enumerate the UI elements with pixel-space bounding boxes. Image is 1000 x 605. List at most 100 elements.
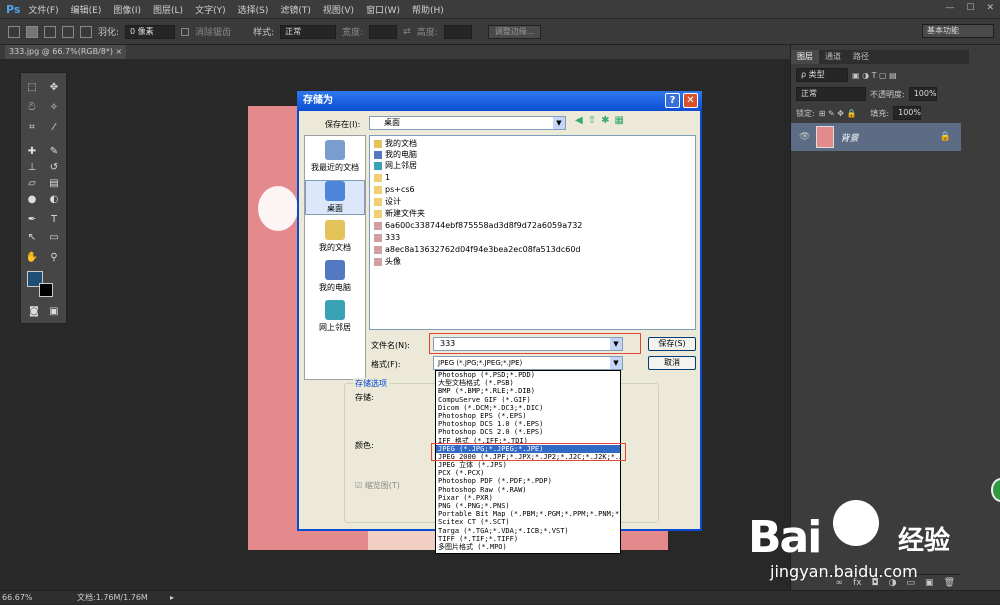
brush-tool-icon[interactable]: ✎ xyxy=(47,145,61,159)
filter-icons[interactable]: ▣ ◑ T ▢ ▤ xyxy=(852,71,897,80)
refine-edge-button[interactable]: 调整边缘... xyxy=(487,24,542,39)
marquee-tool-icon[interactable]: ⬚ xyxy=(25,81,39,95)
maximize-button[interactable]: ☐ xyxy=(966,3,974,13)
menu-item[interactable]: 图层(L) xyxy=(153,3,183,16)
hand-tool-icon[interactable]: ✋ xyxy=(25,251,39,265)
list-item[interactable]: 6a600c338744ebf875558ad3d8f9d72a6059a732 xyxy=(374,220,582,231)
save-button[interactable]: 保存(S) xyxy=(648,337,696,351)
format-option[interactable]: PCX (*.PCX) xyxy=(436,469,620,477)
menu-item[interactable]: 视图(V) xyxy=(323,3,354,16)
width-input[interactable] xyxy=(369,24,398,39)
zoom-level[interactable]: 66.67% xyxy=(2,591,33,605)
up-folder-icon[interactable]: ⇧ xyxy=(588,115,596,126)
menu-item[interactable]: 滤镜(T) xyxy=(280,3,311,16)
view-menu-icon[interactable]: ▦ xyxy=(614,115,623,126)
lasso-tool-icon[interactable]: ට xyxy=(25,101,39,115)
history-brush-icon[interactable]: ↺ xyxy=(47,161,61,175)
tab-paths[interactable]: 路径 xyxy=(847,50,875,64)
list-item[interactable]: 333 xyxy=(374,232,400,243)
background-color-swatch[interactable] xyxy=(39,283,53,297)
help-button[interactable]: ? xyxy=(665,93,680,108)
path-select-icon[interactable]: ↖ xyxy=(25,231,39,245)
save-in-select[interactable]: 桌面 ▼ xyxy=(369,116,566,130)
blur-tool-icon[interactable]: ● xyxy=(25,193,39,207)
format-option[interactable]: BMP (*.BMP;*.RLE;*.DIB) xyxy=(436,387,620,395)
menu-item[interactable]: 文字(Y) xyxy=(195,3,226,16)
lock-icons[interactable]: ⊞ ✎ ✥ 🔒 xyxy=(819,109,857,118)
quick-mask-icon[interactable]: ◙ xyxy=(27,305,41,319)
format-option[interactable]: Photoshop (*.PSD;*.PDD) xyxy=(436,371,620,379)
document-tab[interactable]: 333.jpg @ 66.7%(RGB/8*) × xyxy=(5,45,127,59)
subtract-selection-icon[interactable] xyxy=(62,25,74,38)
cancel-button[interactable]: 取消 xyxy=(648,356,696,370)
menu-item[interactable]: 窗口(W) xyxy=(366,3,400,16)
feather-input[interactable]: 0 像素 xyxy=(125,24,176,39)
antialias-checkbox[interactable] xyxy=(181,27,190,36)
chevron-down-icon[interactable]: ▼ xyxy=(553,117,565,129)
list-item[interactable]: a8ec8a13632762d04f94e3bea2ec08fa513dc60d xyxy=(374,244,581,255)
style-select[interactable]: 正常 xyxy=(280,24,337,39)
chevron-down-icon[interactable]: ▼ xyxy=(610,357,622,369)
format-option[interactable]: 多图片格式 (*.MPO) xyxy=(436,543,620,551)
format-option[interactable]: 大型文档格式 (*.PSB) xyxy=(436,379,620,387)
thumbnail-checkbox[interactable]: ☑ 缩览图(T) xyxy=(355,480,400,491)
back-icon[interactable]: ◀ xyxy=(575,115,583,126)
gradient-tool-icon[interactable]: ▤ xyxy=(47,177,61,191)
layer-row-background[interactable]: 👁 背景 🔒 xyxy=(791,123,961,151)
menu-item[interactable]: 图像(I) xyxy=(113,3,141,16)
move-tool-icon[interactable]: ✥ xyxy=(47,81,61,95)
height-input[interactable] xyxy=(443,24,472,39)
eyedropper-icon[interactable]: ⁄ xyxy=(47,121,61,135)
format-option[interactable]: PNG (*.PNG;*.PNS) xyxy=(436,502,620,510)
dodge-tool-icon[interactable]: ◐ xyxy=(47,193,61,207)
layer-kind-filter[interactable]: ρ 类型 xyxy=(796,68,848,82)
crop-tool-icon[interactable]: ⌗ xyxy=(25,121,39,135)
place-desktop[interactable]: 桌面 xyxy=(305,180,365,215)
screen-mode-icon[interactable]: ▣ xyxy=(47,305,61,319)
format-option[interactable]: Portable Bit Map (*.PBM;*.PGM;*.PPM;*.PN… xyxy=(436,510,620,518)
format-option[interactable]: Photoshop DCS 2.0 (*.EPS) xyxy=(436,428,620,436)
format-option[interactable]: Pixar (*.PXR) xyxy=(436,494,620,502)
zoom-tool-icon[interactable]: ⚲ xyxy=(47,251,61,265)
list-item[interactable]: 网上邻居 xyxy=(374,160,417,171)
intersect-selection-icon[interactable] xyxy=(80,25,92,38)
pen-tool-icon[interactable]: ✒ xyxy=(25,213,39,227)
new-folder-icon[interactable]: ✱ xyxy=(601,115,609,126)
clone-stamp-icon[interactable]: ⊥ xyxy=(25,161,39,175)
place-my-computer[interactable]: 我的电脑 xyxy=(305,260,365,293)
list-item[interactable]: 1 xyxy=(374,172,390,183)
healing-brush-icon[interactable]: ✚ xyxy=(25,145,39,159)
opacity-input[interactable]: 100% xyxy=(908,87,937,101)
dialog-close-button[interactable]: ✕ xyxy=(683,93,698,108)
place-my-documents[interactable]: 我的文档 xyxy=(305,220,365,253)
format-option[interactable]: CompuServe GIF (*.GIF) xyxy=(436,396,620,404)
list-item[interactable]: 头像 xyxy=(374,256,401,267)
visibility-eye-icon[interactable]: 👁 xyxy=(799,132,810,142)
shape-tool-icon[interactable]: ▭ xyxy=(47,231,61,245)
format-option[interactable]: JPEG 立体 (*.JPS) xyxy=(436,461,620,469)
menu-item[interactable]: 编辑(E) xyxy=(71,3,102,16)
tab-layers[interactable]: 图层 xyxy=(791,50,819,64)
workspace-select[interactable]: 基本功能 xyxy=(922,24,994,38)
eraser-tool-icon[interactable]: ▱ xyxy=(25,177,39,191)
marquee-tool-preset-icon[interactable] xyxy=(8,25,20,38)
list-item[interactable]: 我的文档 xyxy=(374,138,417,149)
new-selection-icon[interactable] xyxy=(26,25,38,38)
format-option[interactable]: Photoshop Raw (*.RAW) xyxy=(436,486,620,494)
list-item[interactable]: ps+cs6 xyxy=(374,184,415,195)
fill-input[interactable]: 100% xyxy=(893,106,922,120)
close-window-button[interactable]: ✕ xyxy=(986,3,994,13)
format-option[interactable]: Targa (*.TGA;*.VDA;*.ICB;*.VST) xyxy=(436,527,620,535)
tab-channels[interactable]: 通道 xyxy=(819,50,847,64)
place-recent[interactable]: 我最近的文档 xyxy=(305,140,365,173)
add-selection-icon[interactable] xyxy=(44,25,56,38)
menu-item[interactable]: 帮助(H) xyxy=(412,3,444,16)
type-tool-icon[interactable]: T xyxy=(47,213,61,227)
list-item[interactable]: 设计 xyxy=(374,196,401,207)
format-option[interactable]: Photoshop EPS (*.EPS) xyxy=(436,412,620,420)
minimize-button[interactable]: — xyxy=(945,3,954,13)
list-item[interactable]: 新建文件夹 xyxy=(374,208,425,219)
status-menu-arrow-icon[interactable]: ▸ xyxy=(170,591,174,605)
format-option[interactable]: TIFF (*.TIF;*.TIFF) xyxy=(436,535,620,543)
list-item[interactable]: 我的电脑 xyxy=(374,149,417,160)
